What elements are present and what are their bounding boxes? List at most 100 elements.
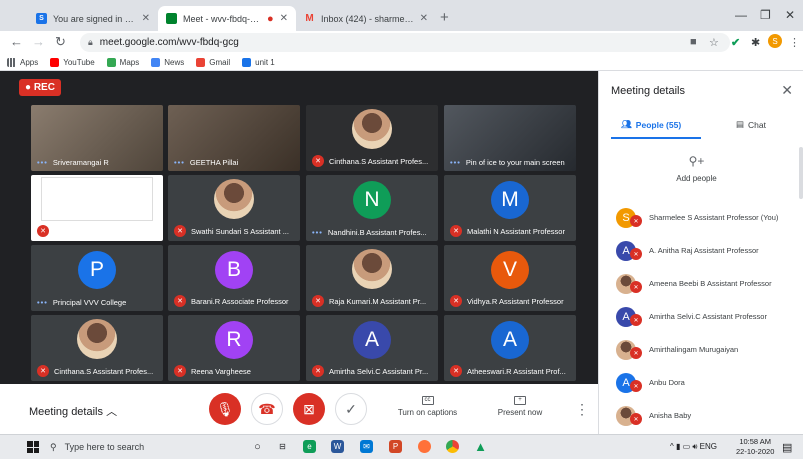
participant-name: ✕ Atheeswari.R Assistant Prof... [450, 365, 572, 377]
bookmark-unit1[interactable]: unit 1 [242, 57, 275, 67]
close-icon[interactable]: ✕ [280, 13, 288, 24]
minimize-icon[interactable]: — [735, 8, 747, 22]
mic-off-icon: ✕ [312, 295, 324, 307]
meeting-details-panel: Meeting details ✕ 👥︎ People (55) ▤ Chat ⚲+… [598, 71, 803, 434]
chrome-icon[interactable] [446, 440, 459, 453]
participant-tile[interactable]: ••• Sriveramangai R [31, 105, 163, 171]
notification-icon[interactable]: ▤ [782, 441, 792, 454]
bookmark-maps[interactable]: Maps [106, 57, 139, 67]
participant-tile[interactable]: M ✕ Malathi N Assistant Professor [444, 175, 576, 241]
powerpoint-icon[interactable]: P [389, 440, 402, 453]
participant-list-name: Ameena Beebi B Assistant Professor [649, 279, 772, 288]
present-icon: + [514, 396, 526, 405]
participant-list-name: Anisha Baby [649, 411, 692, 420]
windows-start-icon[interactable] [27, 441, 39, 453]
participant-tile[interactable]: P ••• Principal VVV College [31, 245, 163, 311]
participant-tile[interactable]: ✕ Cinthana.S Assistant Profes... [306, 105, 438, 171]
present-now-button[interactable]: + Present now [485, 396, 555, 417]
participant-name: ••• Nandhini.B Assistant Profes... [312, 228, 434, 237]
captions-button[interactable]: cc Turn on captions [390, 396, 465, 417]
close-icon[interactable]: ✕ [142, 13, 150, 24]
leave-call-button[interactable]: ☎︎ [251, 393, 283, 425]
drive-icon[interactable]: ▲ [474, 439, 487, 454]
participant-name-text: Amirtha Selvi.C Assistant Pr... [329, 366, 429, 376]
participant-row[interactable]: S ✕ Sharmelee S Assistant Professor (You) [599, 201, 794, 234]
gmail-icon [196, 57, 206, 67]
mic-off-icon: ✕ [630, 413, 642, 425]
menu-icon[interactable]: ⋮ [789, 36, 800, 49]
participant-tile[interactable]: ••• Pin of ice to your main screen [444, 105, 576, 171]
participant-tile[interactable]: ✕ Cinthana.S Assistant Profes... [31, 315, 163, 381]
youtube-icon [50, 57, 60, 67]
tab-meet[interactable]: Meet - wvv-fbdq-gcg ● ✕ [158, 6, 296, 31]
edge-icon[interactable]: e [303, 440, 316, 453]
participant-row[interactable]: A ✕ Anbu Dora [599, 366, 794, 399]
new-tab-button[interactable]: + [440, 9, 449, 26]
participant-tile[interactable]: ✕ Raja Kumari.M Assistant Pr... [306, 245, 438, 311]
restore-icon[interactable]: ❐ [760, 8, 771, 22]
taskbar-search[interactable]: ⚲ Type here to search [50, 438, 240, 456]
participant-tile[interactable]: ••• GEETHA Pillai [168, 105, 300, 171]
meeting-details-button[interactable]: Meeting details ︿ [29, 403, 117, 419]
participant-avatar: M [491, 181, 529, 219]
mic-off-icon: ✕ [174, 365, 186, 377]
cortana-icon[interactable]: ○ [251, 440, 264, 453]
panel-scrollbar[interactable] [799, 147, 803, 199]
participant-tile[interactable]: B ✕ Barani.R Associate Professor [168, 245, 300, 311]
bookmark-news[interactable]: News [151, 57, 184, 67]
participant-list-name: Amirthalingam Murugaiyan [649, 345, 739, 354]
mic-off-button[interactable]: 🎙︎ [209, 393, 241, 425]
clock[interactable]: 10:58 AM 22-10-2020 [736, 437, 774, 457]
tab-signed-in[interactable]: S You are signed in as sharmelee ✕ [28, 6, 158, 31]
participant-tile[interactable]: A ✕ Atheeswari.R Assistant Prof... [444, 315, 576, 381]
system-tray[interactable]: ^ ▮ ▭ 🔊︎ ENG [670, 442, 717, 452]
add-people-button[interactable]: ⚲+ Add people [599, 154, 794, 183]
bookmark-youtube[interactable]: YouTube [50, 57, 95, 67]
tab-title: Inbox (424) - sharmelee@vvvcol [321, 13, 414, 24]
forward-icon[interactable]: → [32, 34, 45, 49]
firefox-icon[interactable] [418, 440, 431, 453]
captions-label: Turn on captions [397, 408, 458, 417]
participant-tile[interactable]: R ✕ Reena Vargheese [168, 315, 300, 381]
tab-chat[interactable]: ▤ Chat [736, 119, 766, 130]
participant-name-text: Vidhya.R Assistant Professor [467, 296, 564, 306]
profile-avatar[interactable]: S [768, 34, 782, 48]
participant-row[interactable]: ✕ Amirthalingam Murugaiyan [599, 333, 794, 366]
participant-tile[interactable]: N ••• Nandhini.B Assistant Profes... [306, 175, 438, 241]
bookmark-gmail[interactable]: Gmail [196, 57, 230, 67]
participant-row[interactable]: ✕ Ameena Beebi B Assistant Professor [599, 267, 794, 300]
tab-people[interactable]: 👥︎ People (55) [621, 119, 681, 130]
participant-tile[interactable]: V ✕ Vidhya.R Assistant Professor [444, 245, 576, 311]
star-icon[interactable]: ☆ [709, 36, 719, 49]
reload-icon[interactable]: ↻ [55, 34, 66, 50]
raise-hand-button[interactable]: ✓ [335, 393, 367, 425]
participant-tile[interactable]: ✕ Swathi Sundari S Assistant ... [168, 175, 300, 241]
address-bar[interactable]: 🔒︎ meet.google.com/wvv-fbdq-gcg [80, 33, 730, 52]
camera-off-button[interactable]: ⊠ [293, 393, 325, 425]
back-icon[interactable]: ← [10, 34, 23, 49]
participant-row[interactable]: A ✕ A. Anitha Raj Assistant Professor [599, 234, 794, 267]
participant-row[interactable]: ✕ Anisha Baby [599, 399, 794, 432]
participant-avatar: B [215, 251, 253, 289]
participant-name-text: Principal VVV College [52, 298, 127, 307]
participant-tile[interactable]: A ✕ Amirtha Selvi.C Assistant Pr... [306, 315, 438, 381]
close-icon[interactable]: ✕ [781, 82, 793, 99]
task-view-icon[interactable]: ⊟ [276, 440, 289, 453]
window-close-icon[interactable]: ✕ [785, 8, 795, 22]
more-options-icon[interactable]: ⋮ [575, 401, 589, 418]
bookmark-apps[interactable]: Apps [7, 57, 38, 67]
participant-tile[interactable]: ✕ Presentation (vvvc iqac) [31, 175, 163, 241]
participant-name-text: Presentation (vvvc iqac) [54, 226, 135, 236]
participant-avatar: V [491, 251, 529, 289]
participant-name-text: Sriveramangai R [52, 158, 109, 167]
mail-icon[interactable]: ✉ [360, 440, 373, 453]
extensions-icon[interactable]: ✱ [751, 36, 760, 49]
people-tab-label: People (55) [635, 119, 682, 130]
participant-row[interactable]: A ✕ Amirtha Selvi.C Assistant Professor [599, 300, 794, 333]
close-icon[interactable]: ✕ [420, 13, 428, 24]
word-icon[interactable]: W [331, 440, 344, 453]
check-extension-icon[interactable]: ✔ [731, 36, 740, 49]
participant-name-text: Barani.R Associate Professor [191, 296, 289, 306]
camera-icon[interactable]: ■ [690, 36, 697, 48]
tab-inbox[interactable]: M Inbox (424) - sharmelee@vvvcol ✕ [296, 6, 436, 31]
